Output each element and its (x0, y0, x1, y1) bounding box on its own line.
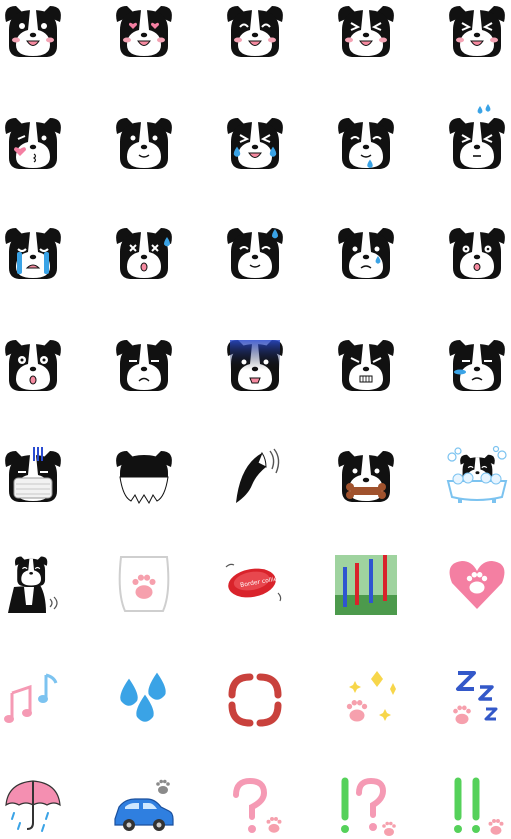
collie-sitting-icon[interactable] (0, 553, 66, 615)
exclaim-question-paw-icon[interactable] (333, 777, 399, 839)
heart-paw-icon[interactable] (444, 553, 510, 615)
emoji-sheet: Border collie (0, 0, 511, 839)
collie-bone-in-mouth-icon[interactable] (333, 445, 399, 507)
collie-squint-laugh-icon[interactable] (333, 0, 399, 62)
collie-back-of-head-icon[interactable] (111, 445, 177, 507)
collie-gloomy-icon[interactable] (222, 334, 288, 396)
collie-panic-sweat-icon[interactable] (444, 103, 510, 174)
double-exclaim-paw-icon[interactable] (444, 777, 510, 839)
collie-dizzy-icon[interactable] (111, 222, 177, 284)
sleeping-zzz-icon[interactable] (444, 669, 510, 731)
collie-paw-pad-icon[interactable] (111, 553, 177, 615)
collie-teary-icon[interactable] (444, 334, 510, 396)
collie-sweat-smile-icon[interactable] (222, 222, 288, 284)
collie-bath-icon[interactable] (444, 445, 510, 507)
collie-heart-eyes-icon[interactable] (111, 0, 177, 62)
collie-wagging-tail-icon[interactable] (222, 445, 288, 507)
collie-frown-icon[interactable] (111, 334, 177, 396)
collie-calm-smile-icon[interactable] (111, 112, 177, 174)
collie-happy-blush-icon[interactable] (222, 0, 288, 62)
collie-smile-open-icon[interactable] (0, 0, 66, 62)
collie-kiss-heart-icon[interactable] (0, 112, 66, 174)
collie-surprised-icon[interactable] (0, 334, 66, 396)
music-notes-icon[interactable] (0, 669, 66, 731)
collie-crying-icon[interactable] (0, 222, 66, 284)
water-drops-icon[interactable] (111, 669, 177, 731)
collie-shocked-icon[interactable] (444, 222, 510, 284)
collie-laugh-tears-icon[interactable] (222, 112, 288, 174)
umbrella-rain-icon[interactable] (0, 777, 66, 839)
anger-mark-icon[interactable] (222, 669, 288, 731)
collie-grin-icon[interactable] (444, 0, 510, 62)
collie-drool-icon[interactable] (333, 112, 399, 174)
collie-angry-icon[interactable] (333, 334, 399, 396)
agility-poles-icon[interactable] (333, 553, 399, 615)
collie-mask-icon[interactable] (0, 445, 66, 507)
collie-sad-icon[interactable] (333, 222, 399, 284)
sparkle-paw-icon[interactable] (333, 669, 399, 731)
car-paw-icon[interactable] (111, 777, 177, 839)
frisbee-icon[interactable]: Border collie (222, 553, 288, 615)
question-paw-icon[interactable] (222, 777, 288, 839)
